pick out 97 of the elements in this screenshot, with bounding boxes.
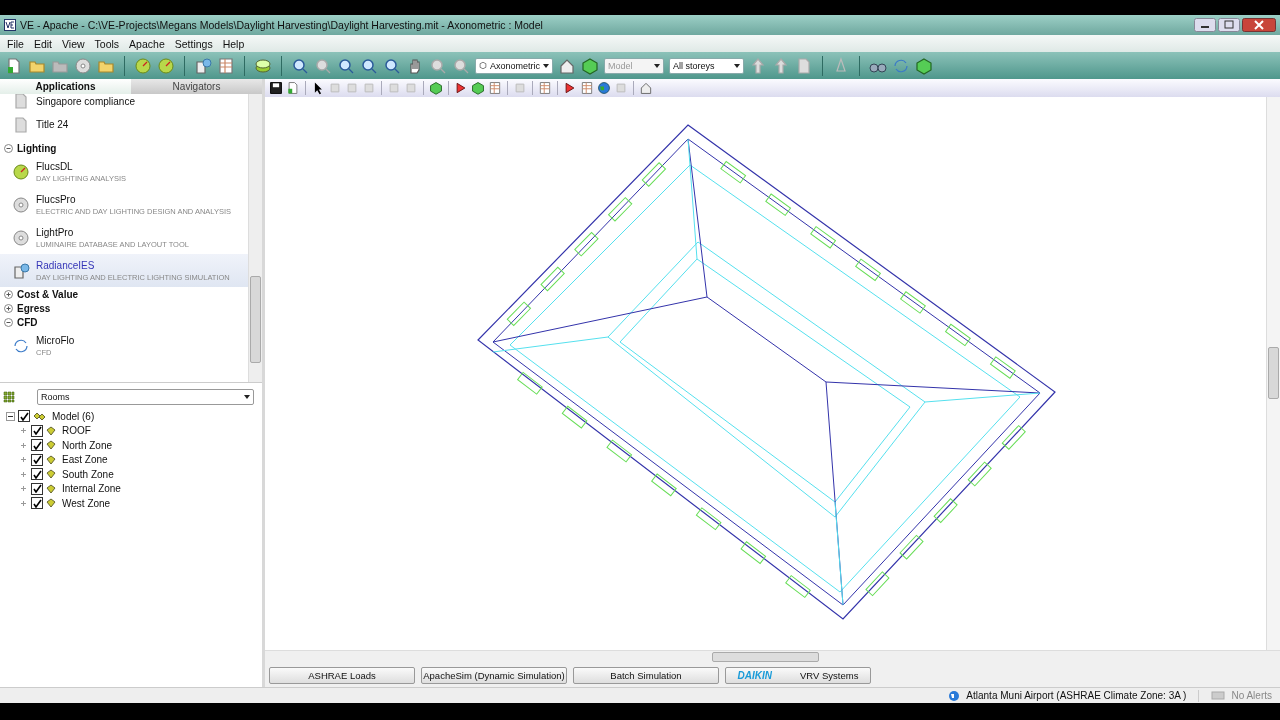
checkbox[interactable] [31,439,43,452]
room-icon [46,498,56,509]
expand-icon[interactable] [19,469,28,479]
app-button[interactable]: DAIKIN VRV Systems [725,666,871,684]
triangle-icon[interactable] [563,81,577,95]
expand-icon[interactable] [19,440,28,450]
checkbox[interactable] [31,482,43,495]
expander-icon[interactable] [4,317,13,327]
gauge-icon[interactable] [157,56,175,75]
menu-item[interactable]: Tools [89,37,125,50]
tree-item[interactable]: ROOF [62,425,91,437]
zoom-icon[interactable] [429,56,447,75]
category-label[interactable]: CFD [17,316,38,328]
checkbox[interactable] [31,424,43,437]
room-icon [46,483,56,494]
database-icon[interactable] [254,56,272,75]
app-logo-icon [4,19,16,31]
category-label[interactable]: Egress [17,302,51,314]
tree-item[interactable]: West Zone [62,497,111,509]
storeys-dropdown[interactable]: All storeys [669,57,744,74]
up-arrow-icon[interactable] [749,56,767,75]
zoom-out-icon[interactable] [383,56,401,75]
application-icon[interactable] [12,261,30,280]
zoom-extents-icon[interactable] [291,56,309,75]
menu-item[interactable]: Edit [28,37,57,50]
scrollbar[interactable] [265,650,1280,663]
expand-icon[interactable] [19,498,28,508]
expand-icon[interactable] [19,455,28,465]
globe-icon[interactable] [597,81,611,95]
scrollbar[interactable] [248,94,262,382]
checkbox[interactable] [31,453,43,466]
rooms-dropdown[interactable]: Rooms [37,389,254,405]
menu-item[interactable]: Settings [169,37,218,50]
triangle-icon[interactable] [454,81,468,95]
app-button[interactable]: ASHRAE Loads [269,666,415,684]
rooms-icon [33,410,46,422]
table-icon[interactable] [538,81,552,95]
view-mode-dropdown[interactable]: Axonometric [475,57,553,74]
category-label[interactable]: Cost & Value [17,288,79,300]
expand-icon[interactable] [19,426,28,436]
tree-item[interactable]: North Zone [62,439,113,451]
application-icon[interactable] [12,195,30,214]
page-icon[interactable] [795,56,813,75]
room-icon [46,454,56,465]
panel-tab[interactable]: Applications [0,79,131,94]
menu-item[interactable]: View [57,37,90,50]
window-title: VE - Apache - C:\VE-Projects\Megans Models\Daylight Harvesting\Daylight Harvesting.mit - Axonometric : Model [20,19,543,31]
tree-item[interactable]: Internal Zone [62,483,121,495]
zoom-in-icon[interactable] [360,56,378,75]
room-icon [46,425,56,436]
disc-icon[interactable] [74,56,92,75]
building-icon[interactable] [194,56,212,75]
collapse-icon[interactable] [6,411,15,421]
menu-item[interactable]: Apache [124,37,170,50]
scrollbar[interactable] [1266,97,1280,650]
gauge-icon[interactable] [134,56,152,75]
application-item[interactable]: Title 24 [0,108,248,141]
category-label[interactable]: Lighting [17,142,57,154]
app-button[interactable]: Batch Simulation [573,666,719,684]
table-icon[interactable] [217,56,235,75]
tree-item[interactable]: Model (6) [52,410,95,422]
close-icon[interactable] [1242,18,1276,32]
menu-item[interactable]: Help [217,37,250,50]
zoom-icon[interactable] [314,56,332,75]
globe-icon [948,689,961,702]
checkbox[interactable] [31,468,43,481]
application-item[interactable]: Singapore compliance [0,94,248,108]
tree-item[interactable]: East Zone [62,454,108,466]
brand-logo: DAIKIN [737,669,772,681]
checkbox[interactable] [31,497,43,510]
panel-tab[interactable]: Navigators [131,79,262,94]
house-icon[interactable] [639,81,653,95]
tree-item[interactable]: South Zone [62,468,114,480]
grid-icon[interactable] [3,391,15,403]
app-button[interactable]: ApacheSim (Dynamic Simulation) [421,666,567,684]
application-icon[interactable] [12,162,30,181]
alerts-status: No Alerts [1231,690,1272,701]
save-icon[interactable] [269,81,283,95]
room-icon [46,440,56,451]
application-icon[interactable] [12,228,30,247]
down-arrow-icon[interactable] [772,56,790,75]
checkbox[interactable] [18,410,30,423]
zoom-window-icon[interactable] [337,56,355,75]
expander-icon[interactable] [4,143,13,153]
zoom-icon[interactable] [452,56,470,75]
new-file-icon[interactable] [5,56,23,75]
table-icon[interactable] [488,81,502,95]
room-icon [46,469,56,480]
table-icon[interactable] [580,81,594,95]
minimize-icon[interactable] [1194,18,1216,32]
weather-location: Atlanta Muni Airport (ASHRAE Climate Zone: 3A ) [966,690,1187,701]
menu-item[interactable]: File [2,37,29,50]
expander-icon[interactable] [4,289,13,299]
save-as-icon[interactable] [286,81,300,95]
expander-icon[interactable] [4,303,13,313]
expand-icon[interactable] [19,484,28,494]
application-icon[interactable] [12,115,30,134]
